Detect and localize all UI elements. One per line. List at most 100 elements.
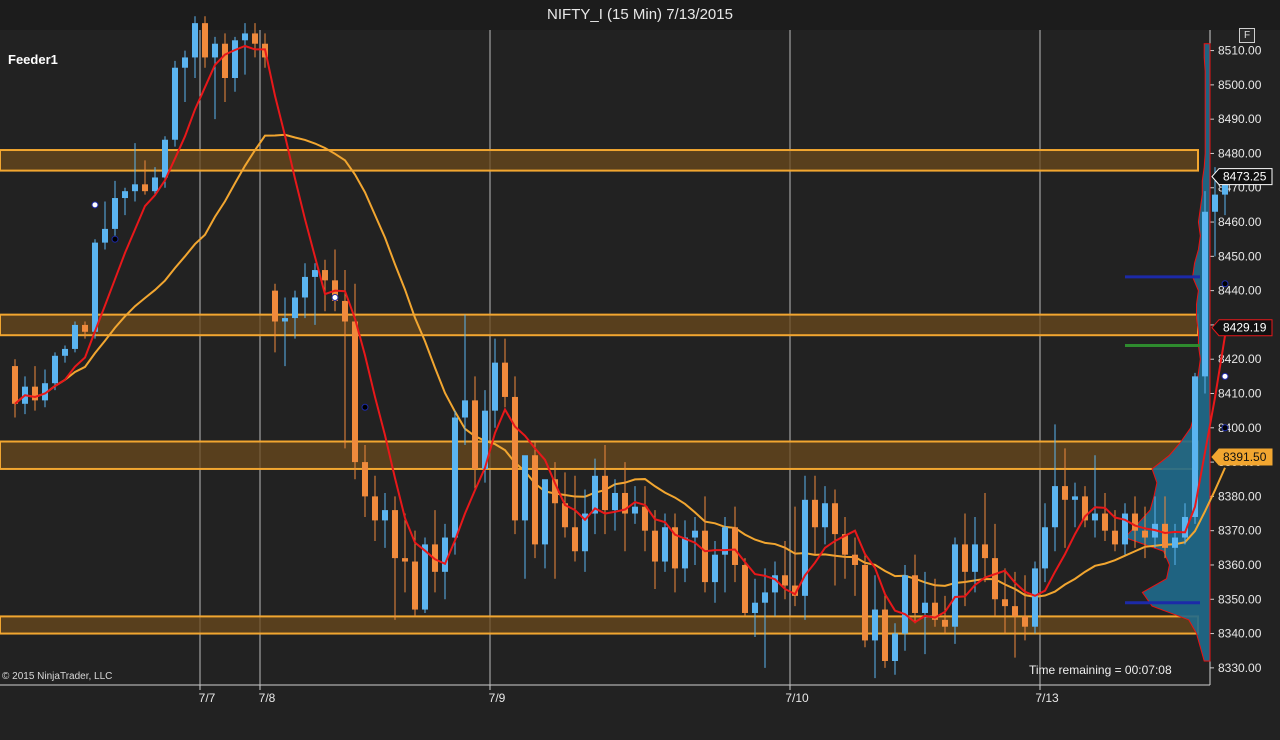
candle-body xyxy=(882,609,888,661)
x-tick-label: 7/8 xyxy=(259,691,276,705)
candle-body xyxy=(72,324,78,349)
signal-marker xyxy=(1221,424,1229,432)
candle-body xyxy=(712,554,718,583)
candle-body xyxy=(902,575,908,634)
candle-body xyxy=(572,527,578,552)
candle-body xyxy=(532,455,538,545)
candle-body xyxy=(1102,513,1108,531)
candle-body xyxy=(852,554,858,565)
candle-body xyxy=(272,290,278,322)
candle-body xyxy=(612,492,618,511)
candle-body xyxy=(462,400,468,418)
candle-body xyxy=(1112,530,1118,545)
y-tick-label: 8370.00 xyxy=(1218,524,1262,538)
candle-body xyxy=(472,400,478,469)
time-remaining-label: Time remaining = 00:07:08 xyxy=(1029,663,1172,677)
candle-body xyxy=(192,23,198,58)
candle-body xyxy=(912,575,918,613)
candle-body xyxy=(442,537,448,572)
candle-body xyxy=(822,503,828,528)
candle-body xyxy=(92,242,98,332)
support-resistance-zone xyxy=(0,149,1199,172)
candle-body xyxy=(242,33,248,41)
x-tick-label: 7/10 xyxy=(785,691,809,705)
x-tick-label: 7/13 xyxy=(1035,691,1059,705)
y-tick-label: 8490.00 xyxy=(1218,112,1262,126)
candle-body xyxy=(1072,496,1078,500)
candle-body xyxy=(112,198,118,229)
candle-body xyxy=(372,496,378,521)
support-resistance-zone xyxy=(0,440,1199,470)
candle-body xyxy=(542,479,548,545)
candle-body xyxy=(662,527,668,562)
y-tick-label: 8420.00 xyxy=(1218,352,1262,366)
candle-body xyxy=(1162,523,1168,548)
candle-body xyxy=(142,184,148,192)
candle-body xyxy=(412,561,418,610)
candle-body xyxy=(302,276,308,298)
y-tick-label: 8450.00 xyxy=(1218,249,1262,263)
signal-marker xyxy=(361,403,369,411)
candle-body xyxy=(232,40,238,79)
candle-body xyxy=(862,564,868,641)
price-marker-label: 8391.50 xyxy=(1223,450,1267,464)
candle-body xyxy=(12,366,18,404)
candle-body xyxy=(952,544,958,627)
candle-body xyxy=(642,506,648,531)
candle-body xyxy=(52,355,58,384)
x-tick-label: 7/7 xyxy=(199,691,216,705)
signal-marker xyxy=(111,235,119,243)
y-tick-label: 8510.00 xyxy=(1218,44,1262,58)
candle-body xyxy=(202,23,208,58)
candle-body xyxy=(682,537,688,569)
y-tick-label: 8330.00 xyxy=(1218,661,1262,675)
candle-body xyxy=(392,510,398,559)
candle-body xyxy=(922,602,928,613)
candle-body xyxy=(222,43,228,79)
candle-body xyxy=(402,558,408,562)
candle-body xyxy=(1042,527,1048,569)
candle-body xyxy=(1022,616,1028,627)
candle-body xyxy=(802,499,808,596)
format-button[interactable]: F xyxy=(1239,28,1255,43)
candle-body xyxy=(652,530,658,562)
candle-body xyxy=(62,348,68,356)
candle-body xyxy=(312,270,318,277)
plot-area xyxy=(0,30,1210,685)
y-tick-label: 8350.00 xyxy=(1218,592,1262,606)
candle-body xyxy=(352,321,358,463)
signal-marker xyxy=(331,293,339,301)
candle-body xyxy=(762,592,768,603)
candle-body xyxy=(752,602,758,613)
candle-body xyxy=(172,67,178,140)
candle-body xyxy=(1202,211,1208,377)
candle-body xyxy=(962,544,968,572)
candle-body xyxy=(132,184,138,192)
candle-body xyxy=(382,510,388,521)
price-chart[interactable]: 8510.008500.008490.008480.008470.008460.… xyxy=(0,0,1280,740)
candle-body xyxy=(632,506,638,514)
candle-body xyxy=(872,609,878,641)
candle-body xyxy=(1172,537,1178,548)
candle-body xyxy=(342,300,348,322)
candle-body xyxy=(942,619,948,627)
candle-body xyxy=(1142,530,1148,538)
price-marker-label: 8473.25 xyxy=(1223,170,1267,184)
signal-marker xyxy=(1221,372,1229,380)
y-tick-label: 8410.00 xyxy=(1218,387,1262,401)
support-resistance-zone xyxy=(0,313,1199,337)
panel-label: Feeder1 xyxy=(8,52,58,67)
candle-body xyxy=(492,362,498,411)
candle-body xyxy=(1212,194,1218,212)
x-tick-label: 7/9 xyxy=(489,691,506,705)
chart-window: NIFTY_I (15 Min) 7/13/2015 8510.00 8500.0… xyxy=(0,0,1280,740)
candle-body xyxy=(742,564,748,613)
candle-body xyxy=(182,57,188,68)
candle-body xyxy=(452,417,458,538)
candle-body xyxy=(82,324,88,332)
candle-body xyxy=(1052,486,1058,528)
candle-body xyxy=(832,503,838,535)
candle-body xyxy=(702,530,708,583)
candle-body xyxy=(512,396,518,521)
candle-body xyxy=(1092,513,1098,521)
